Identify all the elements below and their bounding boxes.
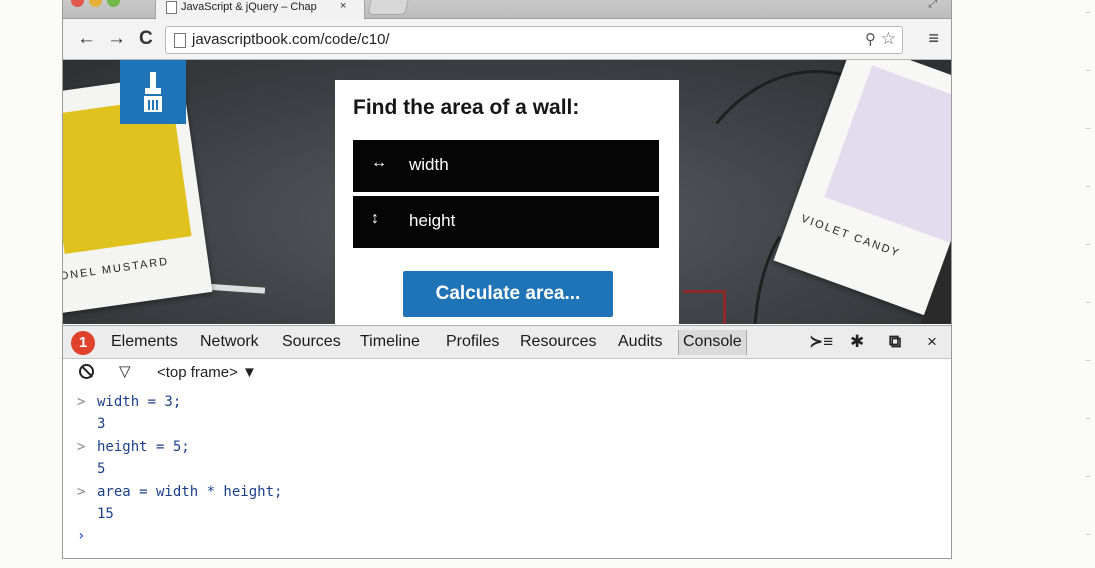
browser-window: JavaScript & jQuery – Chap × ⤢ ← → C jav…: [62, 0, 952, 559]
page-mark: [1086, 476, 1090, 477]
page-mark: [1086, 360, 1090, 361]
page-mark: [1086, 186, 1090, 187]
close-window-button[interactable]: [71, 0, 84, 7]
browser-toolbar: ← → C javascriptbook.com/code/c10/ ⚲ ☆ ≡: [63, 19, 951, 60]
console-result-line: 3: [63, 416, 951, 438]
tab-console[interactable]: Console: [678, 330, 747, 355]
console-prompt: >: [77, 439, 86, 455]
console-result: 15: [97, 506, 114, 522]
paintbrush-logo-icon: [120, 60, 186, 124]
dock-icon[interactable]: ⧉: [889, 332, 901, 352]
fullscreen-icon[interactable]: ⤢: [928, 0, 937, 11]
horizontal-arrows-icon: ↔: [371, 154, 387, 171]
console-toolbar: ▽ <top frame> ▼: [63, 359, 951, 387]
menu-icon[interactable]: ≡: [928, 29, 939, 47]
title-bar: JavaScript & jQuery – Chap × ⤢: [63, 0, 951, 19]
tab-profiles[interactable]: Profiles: [446, 333, 499, 351]
devtools-panel: 1 Elements Network Sources Timeline Prof…: [63, 325, 951, 558]
clear-console-icon[interactable]: [79, 364, 94, 379]
frame-selector[interactable]: <top frame> ▼: [157, 364, 257, 381]
console-input-line: > height = 5;: [63, 439, 951, 461]
width-field[interactable]: ↔ width: [353, 140, 659, 192]
console-result: 5: [97, 461, 106, 477]
page-mark: [1086, 418, 1090, 419]
page-mark: [1086, 12, 1090, 13]
devtools-tab-bar: 1 Elements Network Sources Timeline Prof…: [63, 326, 951, 359]
page-mark: [1086, 244, 1090, 245]
page-viewport: ONEL MUSTARD VIOLET CANDY Find the area …: [63, 60, 951, 324]
page-icon: [174, 33, 186, 48]
tab-title: JavaScript & jQuery – Chap: [181, 1, 317, 13]
height-label: height: [409, 211, 456, 230]
height-field[interactable]: ↕ height: [353, 196, 659, 248]
back-button[interactable]: ←: [77, 29, 96, 49]
area-form-card: Find the area of a wall: ↔ width ↕ heigh…: [335, 80, 679, 324]
tab-sources[interactable]: Sources: [282, 333, 341, 351]
console-input-line: > width = 3;: [63, 394, 951, 416]
tab-close-icon[interactable]: ×: [340, 0, 346, 12]
console-command: width = 3;: [97, 394, 182, 410]
console-input-line: > area = width * height;: [63, 484, 951, 506]
zoom-window-button[interactable]: [107, 0, 120, 7]
page-mark: [1086, 128, 1090, 129]
console-prompt: >: [77, 394, 86, 410]
step-marker: 1: [71, 331, 95, 355]
tab-resources[interactable]: Resources: [520, 333, 596, 351]
width-label: width: [409, 155, 449, 174]
tab-audits[interactable]: Audits: [618, 333, 662, 351]
calculate-area-button[interactable]: Calculate area...: [403, 271, 613, 317]
close-icon[interactable]: ×: [927, 332, 937, 352]
reload-button[interactable]: C: [139, 29, 153, 49]
swatch-color: [824, 65, 951, 249]
console-result-line: 5: [63, 461, 951, 483]
zoom-icon[interactable]: ⚲: [865, 30, 876, 48]
console-command: height = 5;: [97, 439, 190, 455]
forward-button[interactable]: →: [107, 29, 126, 49]
address-bar[interactable]: javascriptbook.com/code/c10/ ⚲ ☆: [165, 26, 903, 54]
browser-tab[interactable]: JavaScript & jQuery – Chap ×: [155, 0, 365, 19]
gear-icon[interactable]: ✱: [850, 332, 864, 352]
tab-timeline[interactable]: Timeline: [360, 333, 420, 351]
form-title: Find the area of a wall:: [353, 96, 580, 119]
bookmark-star-icon[interactable]: ☆: [881, 29, 896, 49]
console-result-line: 15: [63, 506, 951, 528]
filter-icon[interactable]: ▽: [119, 362, 131, 380]
tab-elements[interactable]: Elements: [111, 333, 178, 351]
swatch-label: ONEL MUSTARD: [63, 255, 170, 283]
show-drawer-icon[interactable]: ≻≡: [809, 332, 833, 352]
minimize-window-button[interactable]: [89, 0, 102, 7]
page-mark: [1086, 534, 1090, 535]
page-mark: [1086, 302, 1090, 303]
background-frame: [683, 290, 726, 324]
console-command: area = width * height;: [97, 484, 283, 500]
new-tab-button[interactable]: [367, 0, 409, 15]
page-icon: [166, 1, 177, 14]
console-result: 3: [97, 416, 106, 432]
page-mark: [1086, 70, 1090, 71]
url-text[interactable]: javascriptbook.com/code/c10/: [192, 31, 390, 48]
console-prompt: >: [77, 484, 86, 500]
console-input-prompt[interactable]: ›: [63, 528, 951, 550]
vertical-arrows-icon: ↕: [371, 210, 379, 227]
tab-network[interactable]: Network: [200, 333, 259, 351]
swatch-shadow: [920, 235, 951, 324]
console-caret: ›: [77, 528, 86, 544]
